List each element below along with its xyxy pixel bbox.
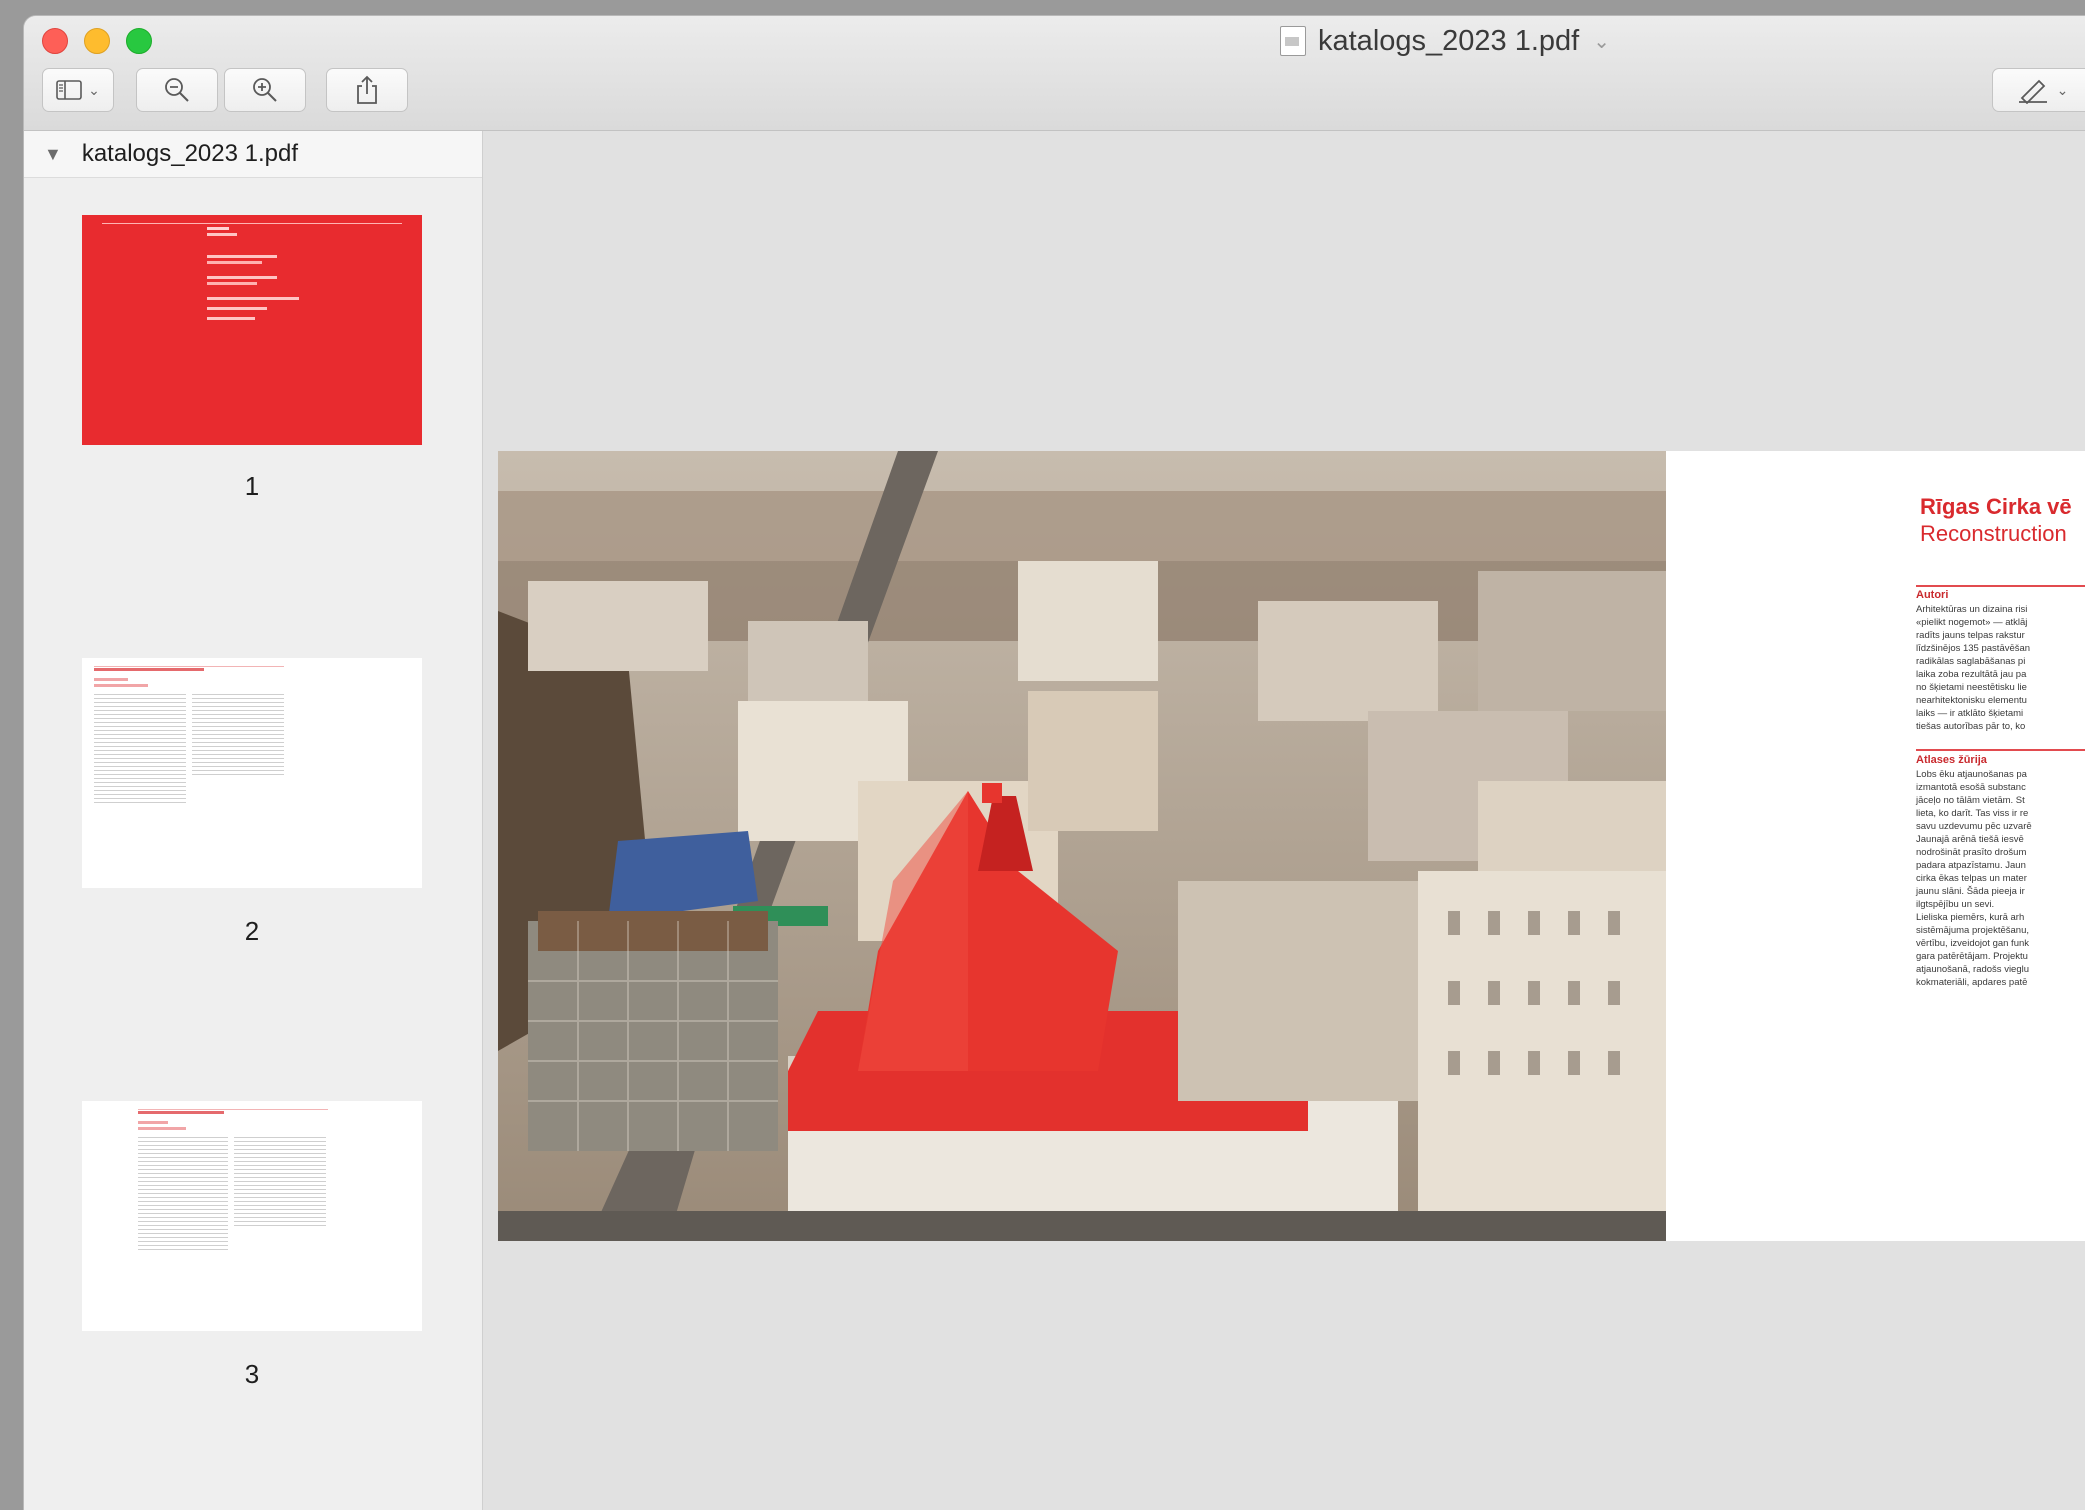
thumb-text-line: [207, 276, 277, 279]
body-text-line: cirka ēkas telpas un mater: [1916, 873, 2027, 884]
section-heading-authors: Autori: [1916, 589, 1949, 601]
body-text-line: Lieliska piemērs, kurā arh: [1916, 912, 2025, 923]
minimize-icon[interactable]: [84, 28, 110, 54]
photo-illustration: [498, 451, 1666, 1241]
article-subtitle: Reconstruction: [1920, 521, 2067, 546]
page-thumbnail-2[interactable]: [82, 658, 422, 888]
body-text-line: atjaunošanā, radošs vieglu: [1916, 964, 2030, 975]
chevron-down-icon: ⌄: [88, 81, 100, 98]
body-text-line: sistēmājuma projektēšanu,: [1916, 925, 2029, 936]
thumb-text-line: [207, 233, 237, 236]
body-text-line: radikālas saglabāšanas pi: [1916, 656, 2026, 667]
zoom-out-button[interactable]: [136, 68, 218, 112]
close-icon[interactable]: [42, 28, 68, 54]
body-text-line: jāceļo no tālām vietām. St: [1916, 795, 2025, 806]
thumb-title-line: [94, 668, 204, 671]
thumb-text-line: [138, 1121, 168, 1124]
chevron-down-icon: ⌄: [1593, 30, 1610, 53]
body-text-line: laiks — ir atklāto šķietami: [1916, 708, 2024, 719]
thumb-text-line: [94, 678, 128, 681]
pdf-file-icon: [1280, 26, 1306, 56]
thumb-text-line: [207, 255, 277, 258]
preview-window: katalogs_2023 1.pdf ⌄ ⌄ ⌄ ▼ katalogs_202…: [24, 16, 2085, 1510]
share-button[interactable]: [326, 68, 408, 112]
section-rule: [1916, 749, 2085, 751]
thumb-text-line: [138, 1127, 186, 1130]
thumb-title-line: [138, 1111, 224, 1114]
window-title: katalogs_2023 1.pdf: [1318, 24, 1580, 57]
thumb-text-line: [207, 307, 267, 310]
page-thumbnail-3[interactable]: [82, 1101, 422, 1331]
body-text-line: kokmateriāli, apdares patē: [1916, 977, 2028, 988]
thumb-rule: [138, 1109, 328, 1110]
page-spread: Rīgas Cirka vē Reconstruction Autori Arh…: [498, 451, 2085, 1241]
thumb-rule: [94, 666, 284, 667]
sidebar-document-row[interactable]: ▼ katalogs_2023 1.pdf: [24, 131, 482, 178]
body-text-line: no šķietami neestētisku lie: [1916, 682, 2027, 693]
body-text-line: Jaunajā arēnā tiešā iesvē: [1916, 834, 2024, 845]
body-text-line: Arhitektūras un dizaina risi: [1916, 604, 2028, 615]
zoom-out-icon: [165, 78, 189, 102]
zoom-in-icon: [253, 78, 277, 102]
thumb-text-line: [207, 297, 299, 300]
page-number-3: 3: [244, 1359, 260, 1389]
markup-button[interactable]: ⌄: [1992, 68, 2085, 112]
thumb-text-line: [207, 317, 255, 320]
aerial-city-photo: [498, 451, 1666, 1241]
thumb-rule: [102, 223, 402, 224]
section-rule: [1916, 585, 2085, 587]
document-viewer[interactable]: Rīgas Cirka vē Reconstruction Autori Arh…: [483, 131, 2085, 1510]
thumb-text-line: [207, 261, 262, 264]
page-number-1: 1: [244, 471, 260, 501]
page-number-2: 2: [244, 916, 260, 946]
sidebar-document-name: katalogs_2023 1.pdf: [81, 140, 299, 167]
body-text-line: nearhitektonisku elementu: [1916, 695, 2027, 706]
sidebar-toggle-icon: [56, 80, 82, 100]
thumb-text-line: [207, 282, 257, 285]
window-title-group[interactable]: katalogs_2023 1.pdf ⌄: [1280, 22, 1610, 60]
article-title: Rīgas Cirka vē: [1920, 494, 2072, 519]
body-text-line: lieta, ko darīt. Tas viss ir re: [1916, 808, 2029, 819]
body-text-line: gara patērētājam. Projektu: [1916, 951, 2028, 962]
section-body-jury: Lobs ēku atjaunošanas pa izmantotā esošā …: [1916, 768, 2032, 989]
titlebar: katalogs_2023 1.pdf ⌄ ⌄ ⌄: [24, 16, 2085, 131]
thumb-text-line: [94, 684, 148, 687]
share-icon: [357, 75, 377, 104]
markup-pen-icon: [2018, 79, 2047, 104]
thumbnail-sidebar: ▼ katalogs_2023 1.pdf 1 2 3: [24, 131, 483, 1510]
zoom-in-button[interactable]: [224, 68, 306, 112]
body-text-line: radīts jauns telpas rakstur: [1916, 630, 2025, 641]
section-body-authors: Arhitektūras un dizaina risi «pielikt nog…: [1916, 603, 2030, 733]
body-text-line: jaunu slāni. Šāda pieeja ir: [1916, 886, 2025, 897]
body-text-line: ilgtspējību un sevi.: [1916, 899, 1995, 910]
body-text-line: savu uzdevumu pēc uzvarē: [1916, 821, 2032, 832]
body-text-line: tiešas autorības pār to, ko: [1916, 721, 2026, 732]
body-text-line: vērtību, izveidojot gan funk: [1916, 938, 2030, 949]
thumb-text-line: [207, 227, 229, 230]
page-thumbnail-1[interactable]: [82, 215, 422, 445]
thumb-text-column: [234, 1137, 326, 1227]
disclosure-triangle-icon[interactable]: ▼: [44, 144, 62, 165]
body-text-line: Lobs ēku atjaunošanas pa: [1916, 769, 2027, 780]
sidebar-toggle-button[interactable]: ⌄: [42, 68, 114, 112]
maximize-icon[interactable]: [126, 28, 152, 54]
section-heading-jury: Atlases žūrija: [1916, 754, 1987, 766]
body-text-line: «pielikt nogemot» — atklāj: [1916, 617, 2028, 628]
body-text-line: padara atpazīstamu. Jaun: [1916, 860, 2026, 871]
body-text-line: līdzšinējos 135 pastāvēšan: [1916, 643, 2031, 654]
body-text-line: laika zoba rezultātā jau pa: [1916, 669, 2027, 680]
article-page: Rīgas Cirka vē Reconstruction Autori Arh…: [1666, 451, 2085, 1241]
body-text-line: izmantotā esošā substanc: [1916, 782, 2026, 793]
body-text-line: nodrošināt prasīto drošum: [1916, 847, 2027, 858]
thumb-text-column: [192, 694, 284, 776]
thumb-text-column: [138, 1137, 228, 1251]
thumb-text-column: [94, 694, 186, 806]
chevron-down-icon: ⌄: [2056, 81, 2069, 98]
